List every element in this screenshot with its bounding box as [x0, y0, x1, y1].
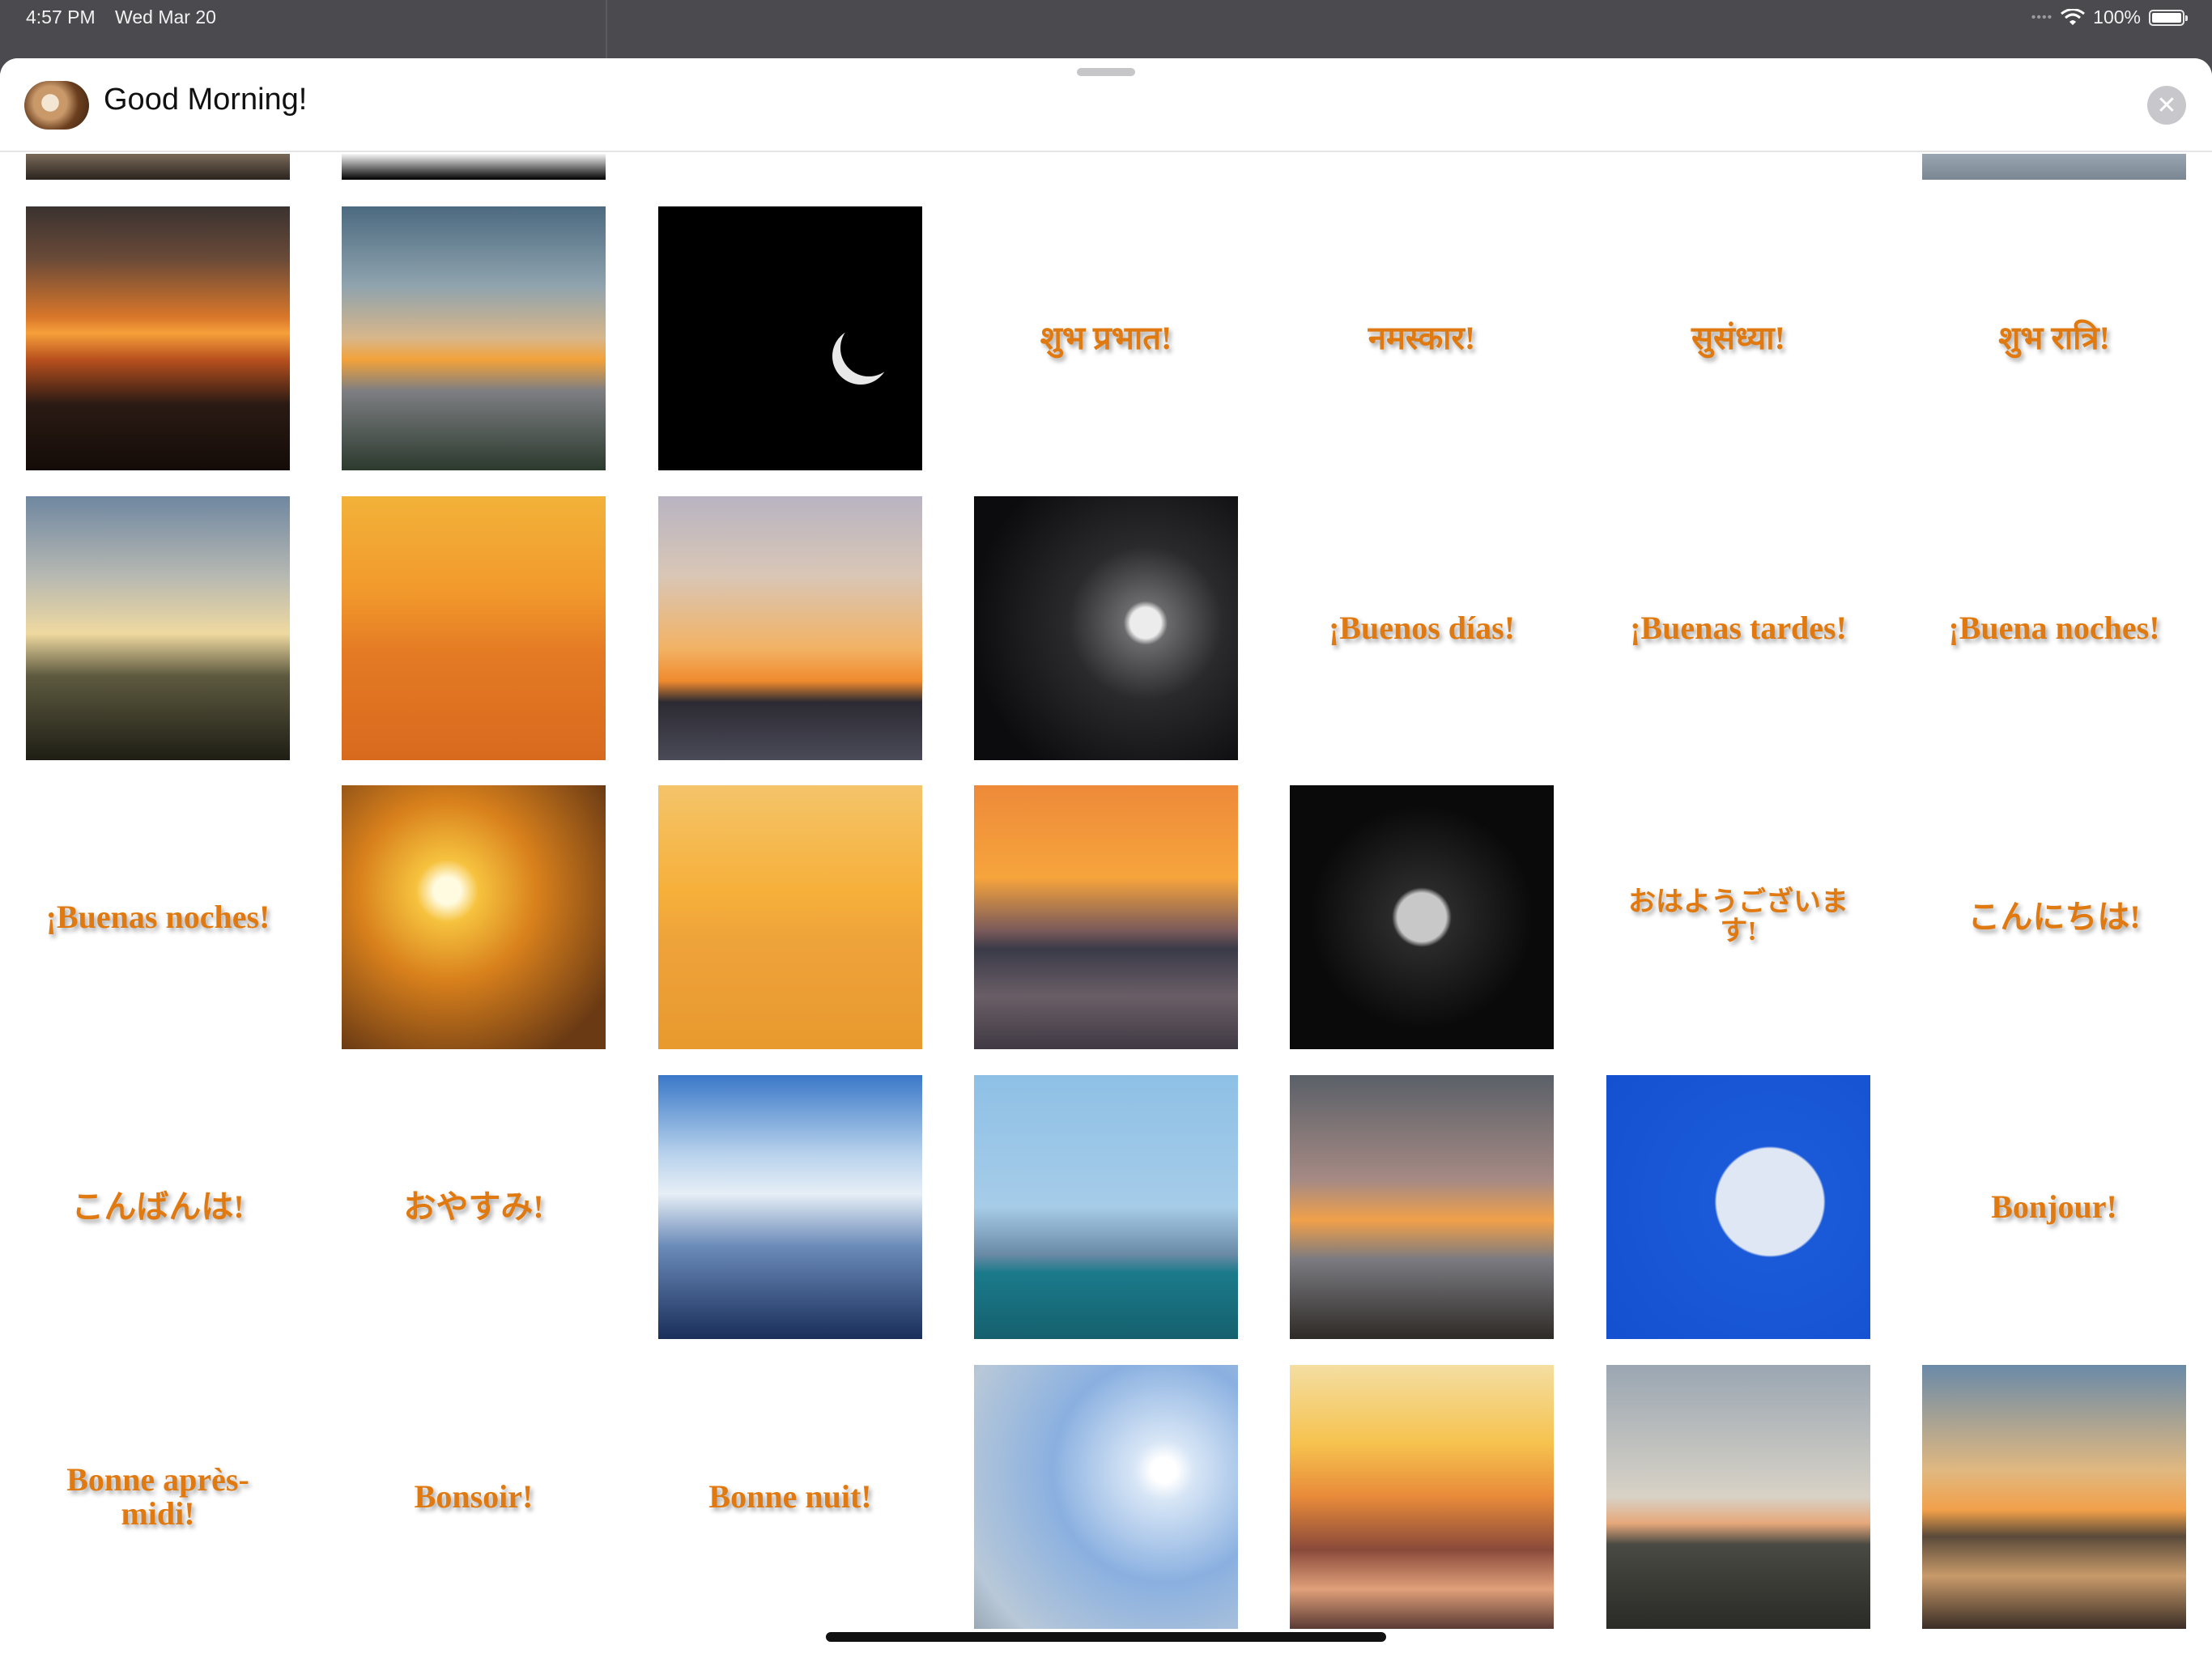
sticker-photo-full-moon[interactable]: [1290, 785, 1554, 1049]
signal-dots-icon: ••••: [2031, 10, 2053, 24]
status-indicators: •••• 100%: [2031, 6, 2188, 28]
sticker-text[interactable]: こんばんは!: [26, 1075, 290, 1339]
sheet-header: Good Morning! ✕: [0, 58, 2212, 152]
sticker-photo[interactable]: [342, 154, 606, 180]
sticker-photo-grass-sunset[interactable]: [1606, 1365, 1870, 1629]
split-view-divider: [606, 0, 607, 58]
sticker-text[interactable]: ¡Buenos días!: [1290, 496, 1554, 760]
sticker-photo-sunset-bay[interactable]: [342, 206, 606, 470]
sticker-text[interactable]: Bonsoir!: [342, 1365, 606, 1629]
battery-percent: 100%: [2093, 6, 2141, 28]
sticker-text[interactable]: नमस्कार!: [1290, 206, 1554, 470]
sticker-photo-beach-sunset[interactable]: [1290, 1075, 1554, 1339]
app-avatar: [24, 81, 89, 130]
sticker-photo-orange-haze[interactable]: [342, 496, 606, 760]
sticker-photo-crescent-moon[interactable]: [658, 206, 922, 470]
home-indicator[interactable]: [826, 1632, 1386, 1642]
sheet-title: Good Morning!: [104, 83, 308, 117]
sticker-photo-harbor-reflection[interactable]: [1922, 1365, 2186, 1629]
status-date: Wed Mar 20: [115, 6, 216, 28]
sticker-grid[interactable]: शुभ प्रभात! नमस्कार! सुसंध्या! शुभ रात्र…: [0, 58, 2212, 1658]
sticker-text[interactable]: शुभ रात्रि!: [1922, 206, 2186, 470]
sticker-text[interactable]: Bonjour!: [1922, 1075, 2186, 1339]
close-button[interactable]: ✕: [2147, 86, 2186, 125]
sticker-photo-sun-star[interactable]: [974, 1365, 1238, 1629]
sticker-text[interactable]: सुसंध्या!: [1606, 206, 1870, 470]
sticker-photo-cloud-rays[interactable]: [658, 1075, 922, 1339]
sticker-photo-sunburst[interactable]: [342, 785, 606, 1049]
sticker-text[interactable]: Bonne après-midi!: [26, 1365, 290, 1629]
sticker-text[interactable]: ¡Buenas noches!: [26, 785, 290, 1049]
sticker-text[interactable]: शुभ प्रभात!: [974, 206, 1238, 470]
sticker-photo-cloudy-moon[interactable]: [974, 496, 1238, 760]
sticker-photo[interactable]: [26, 154, 290, 180]
sticker-photo-daytime-moon[interactable]: [1606, 1075, 1870, 1339]
status-bar: 4:57 PM Wed Mar 20 •••• 100%: [0, 0, 2212, 58]
sticker-text[interactable]: おはようございます!: [1606, 785, 1870, 1049]
sticker-photo-sunset-tower[interactable]: [26, 206, 290, 470]
sticker-text[interactable]: ¡Buenas tardes!: [1606, 496, 1870, 760]
status-time-date: 4:57 PM Wed Mar 20: [26, 6, 231, 28]
sticker-photo-sunset-hills[interactable]: [26, 496, 290, 760]
wifi-icon: [2061, 8, 2086, 25]
sticker-text[interactable]: Bonne nuit!: [658, 1365, 922, 1629]
sticker-sheet: शुभ प्रभात! नमस्कार! सुसंध्या! शुभ रात्र…: [0, 58, 2212, 1658]
crescent-moon-icon: [840, 320, 897, 376]
sheet-grabber[interactable]: [1077, 68, 1135, 76]
sticker-text[interactable]: ¡Buena noches!: [1922, 496, 2186, 760]
sticker-text[interactable]: おやすみ!: [342, 1075, 606, 1339]
sticker-photo[interactable]: [1922, 154, 2186, 180]
sticker-photo-sea-of-clouds[interactable]: [1290, 1365, 1554, 1629]
sticker-photo-dusk-pier[interactable]: [658, 496, 922, 760]
status-time: 4:57 PM: [26, 6, 96, 28]
sticker-photo-sunset-mountains[interactable]: [974, 785, 1238, 1049]
sticker-text[interactable]: こんにちは!: [1922, 785, 2186, 1049]
close-icon: ✕: [2156, 91, 2177, 120]
battery-icon: [2149, 9, 2188, 26]
sticker-photo-golden-haze[interactable]: [658, 785, 922, 1049]
sticker-photo-city-skyline[interactable]: [974, 1075, 1238, 1339]
